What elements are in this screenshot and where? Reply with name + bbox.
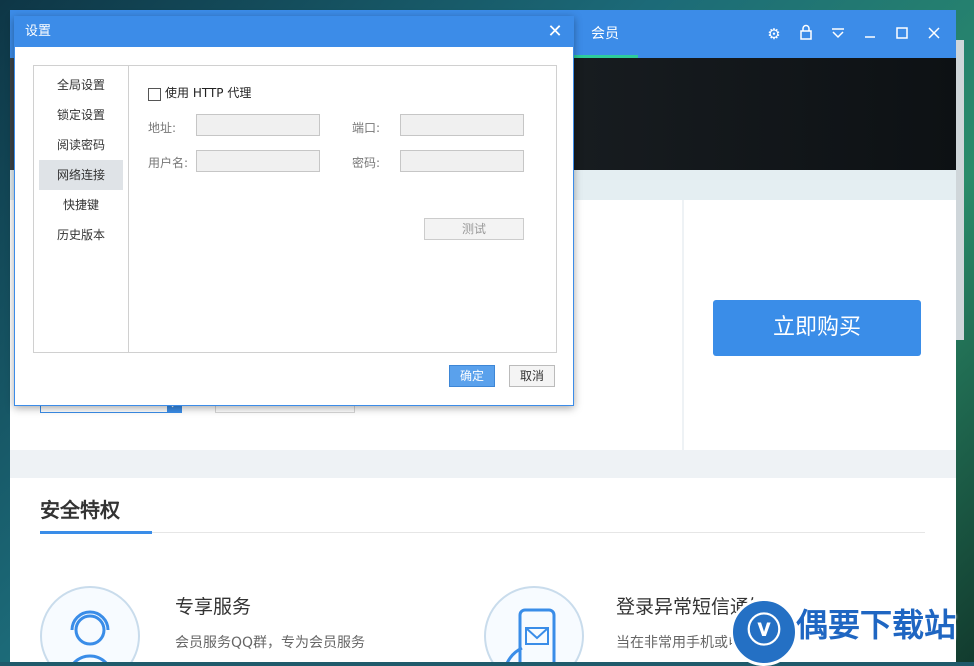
port-label: 端口: <box>352 121 381 135</box>
settings-content-frame: 全局设置 锁定设置 阅读密码 网络连接 快捷键 历史版本 使用 HTTP 代理 … <box>33 65 557 353</box>
address-label: 地址: <box>148 121 177 135</box>
address-input[interactable] <box>196 114 320 136</box>
nav-item-network-connection[interactable]: 网络连接 <box>39 160 123 190</box>
dropdown-menu-icon[interactable] <box>828 24 848 44</box>
cancel-button[interactable]: 取消 <box>509 365 555 387</box>
username-label: 用户名: <box>148 156 189 170</box>
watermark-url: ouyaoxiazai.com <box>800 640 924 655</box>
nav-item-shortcuts[interactable]: 快捷键 <box>39 190 123 220</box>
vertical-scrollbar[interactable] <box>956 40 964 340</box>
gear-icon[interactable]: ⚙ <box>764 24 784 44</box>
close-icon[interactable] <box>924 24 944 44</box>
nav-item-reading-password[interactable]: 阅读密码 <box>39 130 123 160</box>
feature-title: 专享服务 <box>175 596 252 618</box>
http-proxy-label: 使用 HTTP 代理 <box>165 86 252 100</box>
settings-dialog: 设置 ✕ 全局设置 锁定设置 阅读密码 网络连接 快捷键 历史版本 使用 HTT… <box>14 16 574 406</box>
site-watermark: ⓥ 偶要下载站 ouyaoxiazai.com <box>730 596 970 666</box>
section-title: 安全特权 <box>40 498 120 522</box>
dialog-title-bar: 设置 ✕ <box>15 17 573 47</box>
ok-button[interactable]: 确定 <box>449 365 495 387</box>
minimize-icon[interactable] <box>860 24 880 44</box>
nav-item-global-settings[interactable]: 全局设置 <box>39 70 123 100</box>
nav-item-version-history[interactable]: 历史版本 <box>39 220 123 250</box>
password-input[interactable] <box>400 150 524 172</box>
tab-member-label: 会员 <box>591 26 619 42</box>
dialog-title: 设置 <box>25 24 52 39</box>
section-title-underline <box>40 531 152 534</box>
customer-service-icon <box>40 586 140 662</box>
nav-item-lock-settings[interactable]: 锁定设置 <box>39 100 123 130</box>
settings-nav: 全局设置 锁定设置 阅读密码 网络连接 快捷键 历史版本 <box>34 66 129 352</box>
lock-icon[interactable] <box>796 24 816 44</box>
watermark-logo-icon: ⓥ <box>730 598 798 666</box>
username-input[interactable] <box>196 150 320 172</box>
buy-now-button[interactable]: 立即购买 <box>713 300 921 356</box>
test-button[interactable]: 测试 <box>424 218 524 240</box>
port-input[interactable] <box>400 114 524 136</box>
http-proxy-checkbox[interactable] <box>148 88 161 101</box>
password-label: 密码: <box>352 156 381 170</box>
sms-notification-icon <box>484 586 584 662</box>
feature-description: 会员服务QQ群，专为会员服务 <box>175 635 366 651</box>
tab-member[interactable]: 会员 <box>572 10 638 58</box>
section-divider <box>40 532 925 533</box>
dialog-close-icon[interactable]: ✕ <box>545 22 565 42</box>
maximize-icon[interactable] <box>892 24 912 44</box>
